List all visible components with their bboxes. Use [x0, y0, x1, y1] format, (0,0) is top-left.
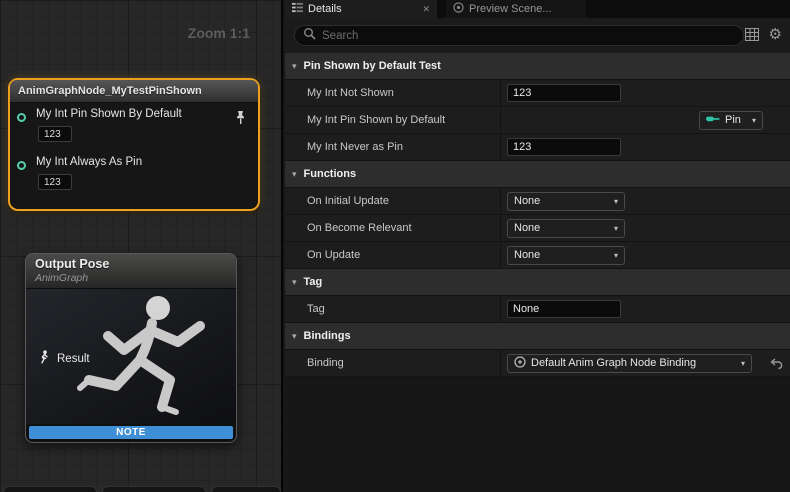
property-list: ▾ Pin Shown by Default Test My Int Not S… [285, 53, 790, 377]
preview-scene-tab-icon [453, 2, 464, 16]
chevron-down-icon: ▾ [614, 251, 618, 260]
binding-dropdown[interactable]: Default Anim Graph Node Binding ▾ [507, 354, 752, 373]
dropdown-value: None [514, 222, 540, 234]
pushpin-icon[interactable] [235, 110, 246, 130]
details-panel: Details ✕ Preview Scene... ⚙ [285, 0, 790, 492]
category-functions[interactable]: ▾ Functions [285, 161, 790, 188]
dropdown-value: None [514, 249, 540, 261]
node-header: Output Pose AnimGraph [26, 254, 236, 289]
note-banner[interactable]: NOTE [29, 426, 233, 439]
reset-to-default-icon[interactable] [770, 357, 783, 375]
pin-icon [706, 114, 720, 127]
on-become-relevant-dropdown[interactable]: None ▾ [507, 219, 625, 238]
property-label: My Int Never as Pin [285, 134, 500, 160]
category-bindings[interactable]: ▾ Bindings [285, 323, 790, 350]
category-title: Functions [304, 168, 357, 180]
details-toolbar: ⚙ [285, 18, 790, 53]
category-pin-shown-by-default-test[interactable]: ▾ Pin Shown by Default Test [285, 53, 790, 80]
chevron-down-icon: ▾ [292, 277, 297, 288]
row-on-become-relevant: On Become Relevant None ▾ [285, 215, 790, 242]
chevron-down-icon: ▾ [292, 169, 297, 180]
property-label: On Initial Update [285, 188, 500, 214]
category-tag[interactable]: ▾ Tag [285, 269, 790, 296]
graph-node-output-pose[interactable]: Output Pose AnimGraph [25, 253, 237, 443]
property-matrix-icon[interactable] [745, 28, 759, 46]
tab-label: Preview Scene... [469, 3, 552, 15]
row-tag: Tag [285, 296, 790, 323]
dropdown-value: Default Anim Graph Node Binding [531, 357, 696, 369]
dropdown-value: None [514, 195, 540, 207]
on-update-dropdown[interactable]: None ▾ [507, 246, 625, 265]
details-tab-icon [292, 2, 303, 16]
row-my-int-never-as-pin: My Int Never as Pin [285, 134, 790, 161]
zoom-level-label: Zoom 1:1 [188, 25, 250, 41]
node-title: AnimGraphNode_MyTestPinShown [10, 80, 258, 103]
property-label: On Become Relevant [285, 215, 500, 241]
search-icon [303, 27, 316, 45]
tab-bar: Details ✕ Preview Scene... [285, 0, 790, 18]
chevron-down-icon: ▾ [741, 359, 745, 368]
unreal-editor-window: Zoom 1:1 AnimGraphNode_MyTestPinShown My… [0, 0, 790, 492]
row-on-update: On Update None ▾ [285, 242, 790, 269]
category-title: Pin Shown by Default Test [304, 60, 441, 72]
row-my-int-pin-shown-by-default: My Int Pin Shown by Default Pin ▾ [285, 107, 790, 134]
property-label: On Update [285, 242, 500, 268]
property-label: Binding [285, 350, 500, 376]
on-initial-update-dropdown[interactable]: None ▾ [507, 192, 625, 211]
offscreen-node [211, 486, 281, 492]
offscreen-node [3, 486, 97, 492]
tab-label: Details [308, 3, 342, 15]
close-icon[interactable]: ✕ [422, 4, 430, 15]
chevron-down-icon: ▾ [614, 224, 618, 233]
dropdown-value: Pin [725, 114, 741, 126]
graph-node-mytestpinshown[interactable]: AnimGraphNode_MyTestPinShown My Int Pin … [8, 78, 260, 211]
pin-label: My Int Always As Pin [36, 156, 142, 168]
pin-label: My Int Pin Shown By Default [36, 108, 182, 120]
chevron-down-icon: ▾ [614, 197, 618, 206]
row-binding: Binding Default Anim Graph Node Binding … [285, 350, 790, 377]
row-my-int-not-shown: My Int Not Shown [285, 80, 790, 107]
category-title: Bindings [304, 330, 351, 342]
pose-pin-icon[interactable] [38, 350, 50, 369]
int-pin-icon[interactable] [17, 161, 26, 170]
int-pin-icon[interactable] [17, 113, 26, 122]
result-pin-label: Result [57, 353, 90, 365]
category-title: Tag [304, 276, 323, 288]
pin-mode-dropdown[interactable]: Pin ▾ [699, 111, 763, 130]
search-box[interactable] [294, 25, 744, 46]
chevron-down-icon: ▾ [292, 61, 297, 72]
gear-icon[interactable]: ⚙ [769, 25, 782, 43]
pin-value-field[interactable]: 123 [38, 126, 72, 142]
property-label: My Int Pin Shown by Default [285, 107, 500, 133]
chevron-down-icon: ▾ [292, 331, 297, 342]
row-on-initial-update: On Initial Update None ▾ [285, 188, 790, 215]
animgraph-canvas[interactable]: Zoom 1:1 AnimGraphNode_MyTestPinShown My… [0, 0, 283, 492]
tab-preview-scene[interactable]: Preview Scene... [446, 0, 586, 18]
offscreen-node [102, 486, 206, 492]
property-label: My Int Not Shown [285, 80, 500, 106]
tag-input[interactable] [507, 300, 621, 318]
pin-value-field[interactable]: 123 [38, 174, 72, 190]
node-body: Result [26, 289, 236, 424]
chevron-down-icon: ▾ [752, 116, 756, 125]
tab-details[interactable]: Details ✕ [285, 0, 437, 18]
node-subtitle: AnimGraph [35, 272, 227, 284]
node-title: Output Pose [35, 257, 227, 271]
mannequin-figure [68, 291, 237, 431]
my-int-never-as-pin-input[interactable] [507, 138, 621, 156]
search-input[interactable] [322, 30, 735, 42]
binding-icon [514, 356, 526, 371]
my-int-not-shown-input[interactable] [507, 84, 621, 102]
property-label: Tag [285, 296, 500, 322]
